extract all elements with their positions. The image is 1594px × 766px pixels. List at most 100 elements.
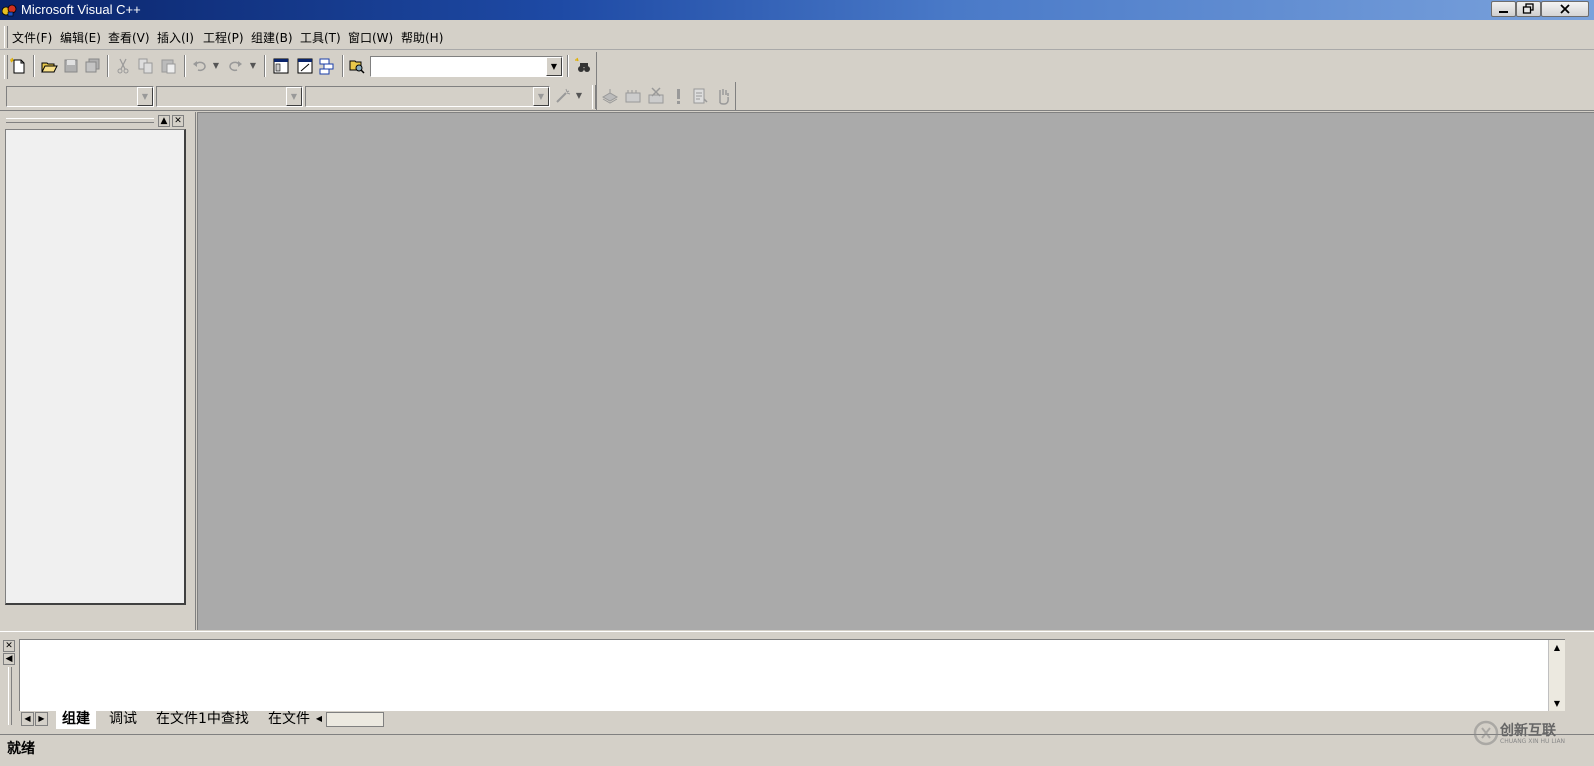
title-bar (0, 0, 1594, 20)
open-button[interactable] (38, 55, 60, 77)
wizard-button[interactable] (552, 85, 574, 107)
search-icon (575, 57, 590, 72)
output-vertical-scrollbar[interactable]: ▲ ▼ (1548, 640, 1565, 712)
stop-build-icon (648, 87, 664, 104)
paste-icon (161, 59, 176, 74)
close-icon: ✕ (174, 116, 182, 126)
undo-dropdown[interactable]: ▼ (211, 55, 221, 77)
build-button[interactable] (622, 85, 644, 107)
cut-button[interactable] (112, 55, 134, 77)
new-file-icon (10, 57, 25, 74)
workspace-icon (273, 58, 289, 74)
filter-combo[interactable]: ▼ (156, 86, 303, 107)
toolbar-divider (0, 110, 1594, 111)
close-icon (1560, 4, 1570, 14)
close-button[interactable] (1541, 1, 1589, 17)
redo-icon (229, 61, 242, 72)
wizard-dropdown[interactable]: ▼ (574, 85, 584, 107)
cut-icon (117, 58, 129, 74)
toolbar-separator (567, 55, 569, 77)
tab-find-in-files-1[interactable]: 在文件1中查找 (150, 711, 255, 729)
workspace-tree[interactable] (5, 129, 186, 605)
redo-button[interactable] (224, 55, 246, 77)
breakpoint-icon (719, 89, 729, 105)
search-button[interactable] (572, 55, 594, 77)
members-combo[interactable]: ▼ (305, 86, 550, 107)
workspace-close-button[interactable]: ✕ (172, 115, 184, 127)
app-icon (2, 4, 17, 17)
build-icon (625, 90, 641, 103)
scroll-up-icon[interactable]: ▲ (1549, 640, 1565, 656)
class-combo-dropdown[interactable]: ▼ (137, 87, 153, 106)
menu-insert[interactable]: 插入(I) (154, 29, 197, 46)
output-close-button[interactable]: ✕ (3, 640, 15, 652)
tab-scroll-right-button[interactable]: ▶ (35, 712, 48, 726)
restore-icon (1522, 3, 1534, 14)
copy-icon (138, 58, 153, 74)
breakpoint-button[interactable] (712, 85, 734, 107)
filter-combo-dropdown[interactable]: ▼ (286, 87, 302, 106)
go-button[interactable] (689, 85, 711, 107)
undo-button[interactable] (189, 55, 211, 77)
watermark-text: 创新互联 (1500, 723, 1556, 739)
workspace-panel-gripper[interactable] (6, 118, 154, 123)
open-folder-icon (41, 62, 58, 73)
window-list-button[interactable] (316, 55, 338, 77)
minimize-button[interactable] (1491, 1, 1516, 17)
toolbar-separator (107, 55, 109, 77)
menu-build[interactable]: 组建(B) (248, 29, 296, 46)
new-file-button[interactable] (8, 55, 30, 77)
output-text-area[interactable] (19, 639, 1565, 711)
compile-button[interactable] (599, 85, 621, 107)
tab-debug[interactable]: 调试 (103, 711, 143, 729)
workspace-button[interactable] (270, 55, 292, 77)
menu-window[interactable]: 窗口(W) (345, 29, 396, 46)
execute-button[interactable] (667, 85, 689, 107)
chevron-left-icon: ◀ (24, 714, 31, 723)
menu-edit[interactable]: 编辑(E) (57, 29, 104, 46)
chevron-right-icon: ▶ (38, 714, 45, 723)
tab-build[interactable]: 组建 (56, 711, 96, 729)
menu-project[interactable]: 工程(P) (200, 29, 247, 46)
scroll-down-icon[interactable]: ▼ (1549, 696, 1565, 712)
class-combo[interactable]: ▼ (6, 86, 154, 107)
output-expand-button[interactable]: ◀ (3, 653, 15, 665)
menu-bar-grip[interactable] (4, 26, 8, 48)
compile-icon (601, 89, 619, 104)
mdi-client-area[interactable] (197, 112, 1594, 630)
redo-dropdown[interactable]: ▼ (248, 55, 258, 77)
window-list-icon (319, 58, 334, 75)
save-icon (64, 59, 78, 73)
chevron-left-icon: ◀ (315, 714, 323, 723)
find-combo-dropdown[interactable]: ▼ (546, 57, 562, 76)
window-title: Microsoft Visual C++ (21, 2, 141, 17)
menu-view[interactable]: 查看(V) (105, 29, 153, 46)
toolbar-separator (33, 55, 35, 77)
toolbar-separator (184, 55, 186, 77)
paste-button[interactable] (158, 55, 180, 77)
undo-icon (193, 61, 206, 72)
copy-button[interactable] (135, 55, 157, 77)
output-horizontal-scrollbar[interactable] (326, 712, 384, 727)
tab-scroll-left-button[interactable]: ◀ (21, 712, 34, 726)
output-button[interactable] (294, 55, 316, 77)
hscroll-left-button[interactable]: ◀ (312, 712, 326, 726)
menu-tools[interactable]: 工具(T) (297, 29, 344, 46)
find-combo[interactable]: ▼ (370, 56, 563, 77)
members-combo-dropdown[interactable]: ▼ (533, 87, 549, 106)
menu-help[interactable]: 帮助(H) (398, 29, 446, 46)
save-button[interactable] (60, 55, 82, 77)
restore-button[interactable] (1516, 1, 1541, 17)
output-panel-gripper[interactable] (8, 667, 12, 725)
find-in-files-button[interactable] (346, 55, 368, 77)
workspace-expand-button[interactable]: ▲ (158, 115, 170, 127)
go-icon (693, 88, 708, 104)
build-toolbar-grip[interactable] (592, 85, 596, 109)
tab-find-in-files-2[interactable]: 在文件 (262, 711, 312, 729)
status-text: 就绪 (7, 741, 35, 757)
stop-build-button[interactable] (645, 85, 667, 107)
watermark-subtext: CHUANG XIN HU LIAN (1500, 738, 1566, 745)
save-all-button[interactable] (82, 55, 104, 77)
menu-file[interactable]: 文件(F) (9, 29, 55, 46)
toolbar-edge (735, 82, 736, 110)
